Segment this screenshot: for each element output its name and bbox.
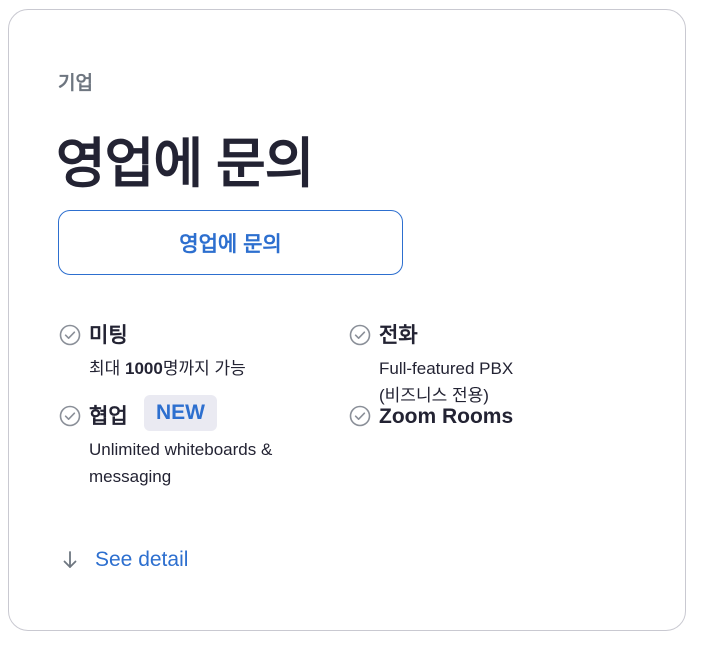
feature-whiteboard: 협업 NEW Unlimited whiteboards & messaging (59, 395, 339, 495)
feature-title: 전화 (379, 324, 418, 347)
arrow-down-icon (63, 551, 77, 568)
feature-description-line: Full-featured PBX (379, 359, 514, 378)
check-circle-icon (59, 405, 81, 427)
check-circle-icon (59, 324, 81, 346)
see-detail-link[interactable]: See detail (61, 548, 188, 572)
plan-eyebrow: 기업 (58, 73, 93, 94)
feature-description: Unlimited whiteboards & messaging (89, 436, 272, 490)
new-badge: NEW (144, 395, 217, 431)
feature-phone: 전화 Full-featured PBX (비즈니스 전용) (349, 324, 649, 414)
feature-title: 협업 (89, 405, 128, 428)
feature-meetings: 미팅 최대 1000명까지 가능 (59, 324, 319, 384)
check-circle-icon (349, 324, 371, 346)
feature-description-line: messaging (89, 467, 172, 486)
feature-description: 최대 1000명까지 가능 (89, 359, 246, 378)
feature-description: Full-featured PBX (비즈니스 전용) (379, 355, 513, 409)
feature-description-line: Unlimited whiteboards & (89, 440, 273, 459)
see-detail-label: See detail (95, 548, 189, 571)
check-circle-icon (349, 405, 371, 427)
plan-title: 영업에 문의 (56, 134, 314, 194)
feature-title: Zoom Rooms (379, 405, 514, 428)
pricing-card-enterprise: 기업 영업에 문의 영업에 문의 미팅 최대 1000명까지 가능 전화 Ful… (8, 9, 686, 631)
feature-title: 미팅 (89, 324, 128, 347)
feature-zoom-rooms: Zoom Rooms (349, 405, 609, 435)
contact-sales-button[interactable]: 영업에 문의 (58, 210, 403, 275)
